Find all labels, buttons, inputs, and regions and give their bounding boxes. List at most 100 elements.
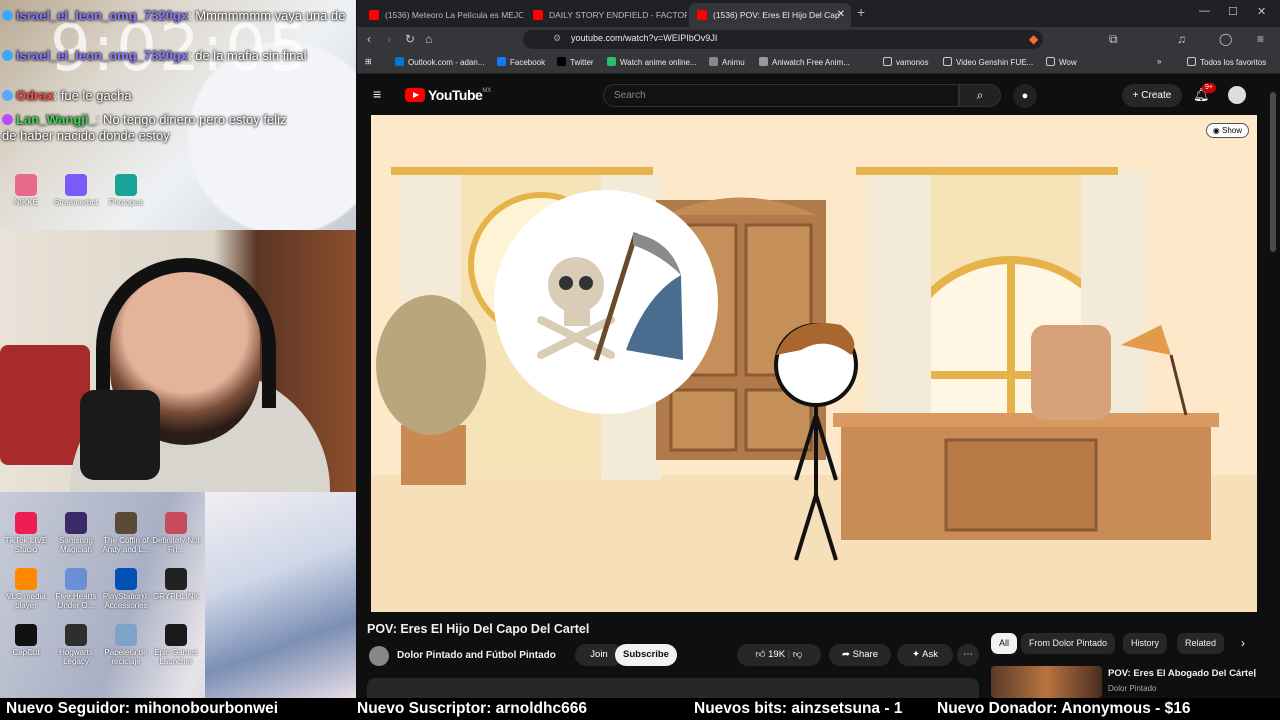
close-window-icon[interactable]: ✕ xyxy=(1257,5,1266,18)
channel-name[interactable]: Dolor Pintado and Fútbol Pintado xyxy=(397,650,556,661)
create-button[interactable]: + Create xyxy=(1122,84,1182,107)
badge-icon xyxy=(2,50,13,61)
ticker-follower: Nuevo Seguidor: mihonobourbonwei xyxy=(6,700,279,717)
ask-button[interactable]: ✦ Ask xyxy=(897,644,953,666)
minimize-icon[interactable]: — xyxy=(1199,5,1210,17)
gryphlink-icon xyxy=(165,568,187,590)
game-icon xyxy=(115,512,137,534)
home-icon[interactable]: ⌂ xyxy=(425,32,432,46)
desktop-icon-nikke[interactable]: NIKKE xyxy=(0,174,52,207)
like-count: 19K xyxy=(768,649,786,660)
bookmark-watch-anime[interactable]: Watch anime online... xyxy=(607,57,697,67)
game-icon xyxy=(165,512,187,534)
bookmark-folder-genshin[interactable]: Video Genshin FUE... xyxy=(943,57,1033,67)
desktop-icon-tiktok-live[interactable]: TikTok LIVE Studio xyxy=(0,512,52,554)
desktop-icon-recycle-bin[interactable]: Papelera de reciclaje xyxy=(100,624,152,666)
ticker-bits: Nuevos bits: ainzsetsuna - 1 xyxy=(694,700,903,717)
chip-all[interactable]: All xyxy=(991,633,1018,654)
reload-icon[interactable]: ↻ xyxy=(405,32,415,46)
bookmark-aniwatch[interactable]: Aniwatch Free Anim... xyxy=(759,57,850,67)
show-button[interactable]: ◉ Show xyxy=(1205,123,1249,138)
desktop-icon-five-hearts[interactable]: Five Hearts Under O... xyxy=(50,568,102,610)
desktop-icon-capcut[interactable]: CapCut xyxy=(0,624,52,657)
ticker-donation: Nuevo Donador: Anonymous - $16 xyxy=(937,700,1191,717)
chip-from-channel[interactable]: From Dolor Pintado xyxy=(1021,633,1116,654)
tiktok-icon xyxy=(15,512,37,534)
desktop-icon-coffin-of-andy[interactable]: The Coffin of Andy and L... xyxy=(100,512,152,554)
chat-username: israel_el_leon_omg_7320gx xyxy=(16,48,188,63)
desktop-icon-definitely-not-fried[interactable]: Definitely Not Fri... xyxy=(150,512,202,554)
back-icon[interactable]: ‹ xyxy=(367,32,371,46)
apps-icon[interactable]: ⊞ xyxy=(365,57,372,66)
all-bookmarks[interactable]: Todos los favoritos xyxy=(1187,57,1266,67)
tab-endfield[interactable]: DAILY STORY ENDFIELD - FACTORY M xyxy=(525,3,687,27)
more-bookmarks-icon[interactable]: » xyxy=(1157,57,1161,66)
maximize-icon[interactable]: ☐ xyxy=(1228,5,1238,18)
address-bar[interactable]: ⚙ youtube.com/watch?v=WEIPIbOv9JI xyxy=(523,30,1043,49)
bookmark-outlook[interactable]: Outlook.com - adan... xyxy=(395,57,484,67)
bookmark-facebook[interactable]: Facebook xyxy=(497,57,545,67)
hamburger-menu-icon[interactable]: ≡ xyxy=(373,86,381,102)
description-box[interactable] xyxy=(367,678,979,698)
chevron-right-icon[interactable]: › xyxy=(1241,636,1245,650)
webcam-feed xyxy=(0,230,356,492)
chat-text: fue le gacha xyxy=(60,88,132,103)
stream-overlay: 9:02:05 israel_el_leon_omg_7320gx: Mmmmm… xyxy=(0,0,356,698)
kebab-menu-icon[interactable]: ⋮ xyxy=(1250,668,1260,679)
extensions-icon[interactable]: ⧉ xyxy=(1109,32,1118,46)
new-tab-icon[interactable]: + xyxy=(857,4,865,20)
wallpaper-character xyxy=(205,492,356,698)
youtube-play-icon xyxy=(405,88,425,102)
chat-message: israel_el_leon_omg_7320gx: de la mafia s… xyxy=(2,48,307,64)
share-icon: ➦ xyxy=(842,649,853,660)
desktop-icon-epic-games[interactable]: Epic Games Launcher xyxy=(150,624,202,666)
desktop-icon-hogwarts-legacy[interactable]: Hogwarts Legacy xyxy=(50,624,102,666)
video-player[interactable]: ◉ Show xyxy=(371,115,1257,612)
music-icon[interactable]: ♫ xyxy=(1177,32,1186,46)
desktop-icon-streamerbot[interactable]: Streamerbot xyxy=(50,174,102,207)
streamerbot-icon xyxy=(65,174,87,196)
subscribe-button[interactable]: Subscribe xyxy=(615,644,677,666)
bookmark-twitter[interactable]: Twitter xyxy=(557,57,594,67)
close-tab-icon[interactable]: ✕ xyxy=(837,3,845,27)
desktop-icon-samsung-magician[interactable]: Samsung Magician xyxy=(50,512,102,554)
search-input[interactable]: Search xyxy=(603,84,959,107)
microphone-icon: ● xyxy=(1021,90,1029,102)
folder-icon xyxy=(943,57,952,66)
notification-count-badge: 9+ xyxy=(1202,83,1216,93)
tab-current-video[interactable]: (1536) POV: Eres El Hijo Del Cap ✕ xyxy=(689,3,851,27)
chip-history[interactable]: History xyxy=(1123,633,1168,654)
brave-shield-icon[interactable]: ◆ xyxy=(1029,32,1038,46)
bookmark-folder-wow[interactable]: Wow xyxy=(1046,57,1077,67)
share-button[interactable]: ➦ Share xyxy=(829,644,891,666)
desktop-icon-vlc[interactable]: VLC media player xyxy=(0,568,52,610)
related-video-channel: Dolor Pintado xyxy=(1108,684,1157,693)
thumbs-up-icon[interactable]: 👍︎ xyxy=(756,649,769,660)
chat-text: de la mafia sin final xyxy=(195,48,307,63)
like-dislike-button[interactable]: 👍︎ 19K | 👎︎ xyxy=(737,644,821,666)
tab-meteoro[interactable]: (1536) Meteoro La Película es MEJOR xyxy=(361,3,523,27)
channel-avatar[interactable] xyxy=(369,646,389,666)
desktop-icon-photopea[interactable]: Photopea xyxy=(100,174,152,207)
desktop-icon-playstation-accessories[interactable]: PlayStation® Accessories xyxy=(100,568,152,610)
site-info-icon[interactable]: ⚙ xyxy=(553,33,561,44)
youtube-logo[interactable]: YouTubeMX xyxy=(405,87,491,105)
related-video-title[interactable]: POV: Eres El Abogado Del Cártel xyxy=(1108,668,1256,679)
bookmark-animu[interactable]: Animu xyxy=(709,57,745,67)
bookmark-folder-vamonos[interactable]: vamonos xyxy=(883,57,928,67)
menu-icon[interactable]: ≡ xyxy=(1257,32,1264,46)
page-scrollbar[interactable] xyxy=(1270,92,1276,252)
voice-search-button[interactable]: ● xyxy=(1013,84,1037,108)
search-button[interactable]: ⌕ xyxy=(959,84,1001,107)
chat-message: israel_el_leon_omg_7320gx: Mmmmmmm vaya … xyxy=(2,8,345,24)
profile-icon[interactable]: ◯ xyxy=(1219,32,1232,46)
account-avatar[interactable] xyxy=(1228,86,1246,104)
thumbs-down-icon[interactable]: 👎︎ xyxy=(793,649,803,660)
youtube-favicon-icon xyxy=(369,10,379,20)
forward-icon[interactable]: › xyxy=(387,32,391,46)
youtube-favicon-icon xyxy=(533,10,543,20)
chip-related[interactable]: Related xyxy=(1177,633,1225,654)
related-video-thumbnail[interactable] xyxy=(991,666,1102,698)
more-actions-icon[interactable]: ⋯ xyxy=(957,644,979,666)
desktop-icon-gryphlink[interactable]: GRYPHLINK xyxy=(150,568,202,601)
